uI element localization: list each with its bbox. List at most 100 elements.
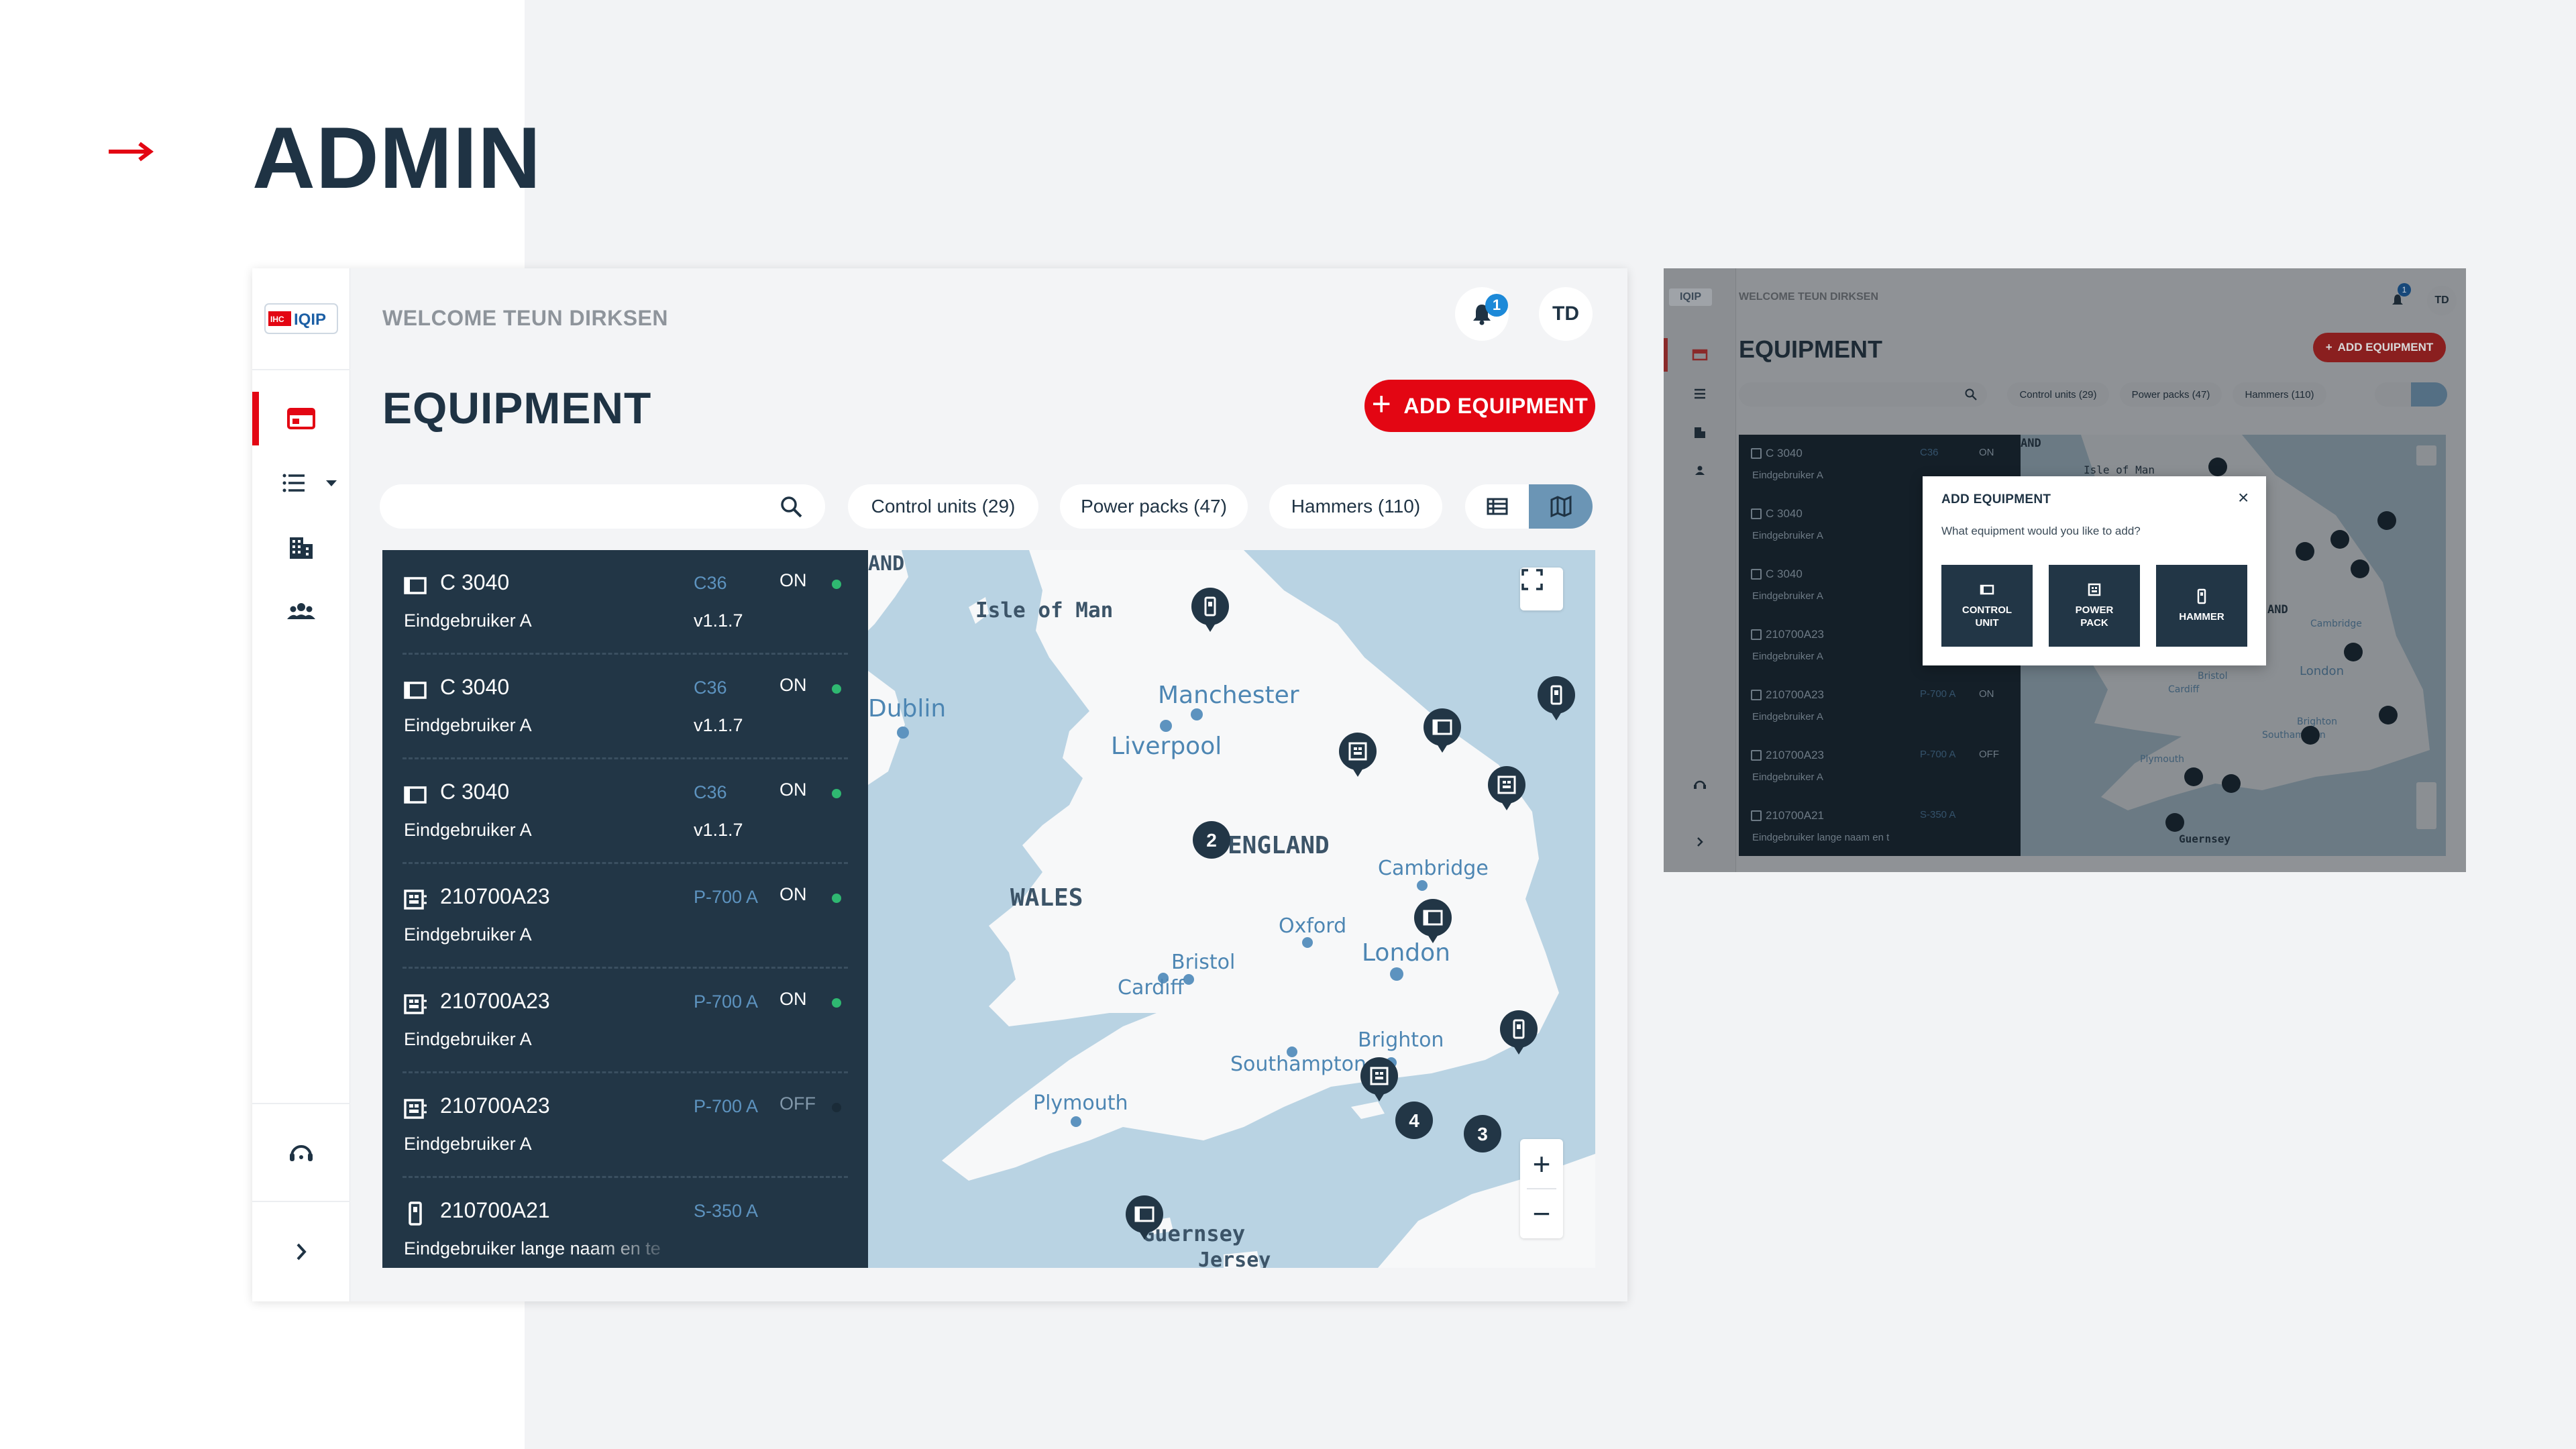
sidebar-item-companies bbox=[1664, 416, 1736, 449]
sidebar-item-dashboard[interactable] bbox=[252, 392, 350, 445]
map-label: ENGLAND bbox=[1228, 832, 1330, 859]
map-cluster[interactable]: 3 bbox=[1464, 1115, 1501, 1152]
add-power-pack-button[interactable]: POWER PACK bbox=[2049, 565, 2140, 647]
control-unit-icon bbox=[404, 577, 427, 594]
sidebar-item-support[interactable] bbox=[252, 1126, 350, 1179]
equipment-state: ON bbox=[1979, 688, 1994, 700]
map-label: London bbox=[1362, 939, 1450, 967]
equipment-row[interactable]: 210700A23 Eindgebruiker A P-700 A OFF bbox=[382, 1073, 868, 1178]
equipment-row: 210700A23 Eindgebruiker A P-700 A ON bbox=[1739, 676, 2021, 737]
search-input[interactable] bbox=[400, 491, 762, 522]
equipment-version: v1.1.7 bbox=[694, 820, 743, 840]
map-label: Southampton bbox=[1230, 1053, 1366, 1076]
map-label: AND bbox=[868, 552, 904, 576]
control-unit-icon bbox=[1751, 569, 1762, 580]
view-toggle bbox=[2375, 382, 2447, 407]
option-label: POWER PACK bbox=[2075, 604, 2114, 629]
map-marker-hammer[interactable] bbox=[1538, 676, 1575, 720]
users-icon bbox=[287, 603, 315, 619]
equipment-model: C36 bbox=[1920, 447, 1939, 458]
map-label: Cambridge bbox=[1378, 857, 1489, 880]
slide-title: ADMIN bbox=[252, 109, 542, 207]
user-avatar[interactable]: TD bbox=[1539, 287, 1593, 341]
sidebar-item-companies[interactable] bbox=[252, 521, 350, 574]
sidebar-expand-button bbox=[1664, 825, 1736, 859]
equipment-owner: Eindgebruiker lange naam en t bbox=[1752, 832, 1890, 843]
status-dot bbox=[832, 684, 841, 694]
view-toggle bbox=[1465, 484, 1593, 529]
add-hammer-button[interactable]: HAMMER bbox=[2156, 565, 2247, 647]
status-dot bbox=[832, 1103, 841, 1112]
iqip-logo[interactable]: IHC IQIP bbox=[264, 303, 338, 334]
equipment-owner: Eindgebruiker A bbox=[404, 715, 532, 735]
hammer-icon bbox=[409, 1201, 422, 1226]
map-cluster[interactable]: 2 bbox=[1193, 821, 1230, 859]
map-icon bbox=[1550, 495, 1571, 518]
hammer-icon bbox=[2197, 588, 2206, 604]
equipment-row[interactable]: 210700A23 Eindgebruiker A P-700 A ON bbox=[382, 864, 868, 969]
filter-control-units: Control units (29) bbox=[2007, 382, 2109, 407]
equipment-state: OFF bbox=[1979, 749, 1999, 760]
equipment-model: S-350 A bbox=[1920, 809, 1956, 820]
search-box bbox=[1739, 382, 1987, 407]
sidebar-item-list[interactable] bbox=[252, 456, 350, 510]
dashboard-icon bbox=[287, 408, 315, 429]
equipment-owner: Eindgebruiker A bbox=[1752, 711, 1823, 722]
map-label: Bristol bbox=[2198, 671, 2228, 682]
hammer-icon bbox=[1751, 810, 1762, 821]
search-icon[interactable] bbox=[780, 495, 804, 519]
equipment-row[interactable]: 210700A23 Eindgebruiker A P-700 A ON bbox=[382, 969, 868, 1073]
status-dot bbox=[832, 894, 841, 903]
equipment-owner: Eindgebruiker A bbox=[1752, 530, 1823, 541]
equipment-model: P-700 A bbox=[694, 1096, 759, 1116]
map-view-button[interactable] bbox=[1529, 484, 1593, 529]
map-cluster[interactable]: 4 bbox=[1395, 1102, 1433, 1139]
buildings-icon bbox=[290, 537, 313, 559]
power-pack-icon bbox=[1751, 629, 1762, 640]
add-control-unit-button[interactable]: CONTROL UNIT bbox=[1941, 565, 2033, 647]
sidebar-expand-button[interactable] bbox=[252, 1225, 350, 1279]
equipment-version: v1.1.7 bbox=[694, 610, 743, 631]
map-label: WALES bbox=[1010, 884, 1083, 912]
equipment-state: ON bbox=[780, 884, 807, 904]
fullscreen-button[interactable] bbox=[1520, 568, 1563, 610]
equipment-state: OFF bbox=[780, 1093, 816, 1114]
equipment-name: C 3040 bbox=[1766, 447, 1803, 460]
equipment-row[interactable]: C 3040 Eindgebruiker A C36 v1.1.7 ON bbox=[382, 550, 868, 655]
filter-power-packs[interactable]: Power packs (47) bbox=[1060, 484, 1248, 529]
map-label: Isle of Man bbox=[2084, 464, 2155, 476]
filter-control-units[interactable]: Control units (29) bbox=[848, 484, 1038, 529]
equipment-row[interactable]: C 3040 Eindgebruiker A C36 v1.1.7 ON bbox=[382, 759, 868, 864]
close-icon[interactable]: × bbox=[2238, 488, 2249, 507]
filter-hammers[interactable]: Hammers (110) bbox=[1269, 484, 1442, 529]
equipment-row[interactable]: C 3040 Eindgebruiker A C36 v1.1.7 ON bbox=[382, 655, 868, 759]
map-label: Oxford bbox=[1279, 914, 1346, 938]
add-equipment-button[interactable]: + ADD EQUIPMENT bbox=[1364, 380, 1595, 432]
equipment-name: C 3040 bbox=[440, 675, 510, 699]
zoom-out-button[interactable]: − bbox=[1520, 1189, 1563, 1238]
list-icon bbox=[1695, 388, 1705, 399]
equipment-model: C36 bbox=[694, 678, 727, 698]
list-view-button[interactable] bbox=[1465, 484, 1529, 529]
map-label: Guernsey bbox=[2179, 833, 2231, 845]
map-marker-power-pack[interactable] bbox=[1360, 1057, 1398, 1102]
page-title: EQUIPMENT bbox=[1739, 335, 1883, 363]
map-label: Brighton bbox=[1358, 1028, 1444, 1052]
iqip-logo: IQIP bbox=[1669, 288, 1712, 306]
equipment-map[interactable]: AND Isle of Man Manchester Dublin Liverp… bbox=[868, 550, 1595, 1268]
map-label: Liverpool bbox=[1111, 733, 1222, 760]
equipment-owner: Eindgebruiker A bbox=[1752, 590, 1823, 602]
equipment-version: v1.1.7 bbox=[694, 715, 743, 735]
dashboard-icon bbox=[1692, 349, 1708, 361]
equipment-name: 210700A21 bbox=[440, 1198, 550, 1222]
sidebar-item-users[interactable] bbox=[252, 585, 350, 639]
power-pack-icon bbox=[404, 994, 427, 1014]
chevron-right-icon bbox=[297, 1243, 307, 1260]
map-canvas: AND Isle of Man Manchester Dublin Liverp… bbox=[868, 550, 1595, 1268]
equipment-name: 210700A23 bbox=[440, 989, 550, 1013]
power-pack-icon bbox=[1751, 750, 1762, 761]
map-label: Bristol bbox=[1171, 951, 1235, 974]
equipment-row: 210700A21 Eindgebruiker lange naam en t S-… bbox=[1739, 797, 2021, 857]
zoom-in-button[interactable]: + bbox=[1520, 1139, 1563, 1189]
map-label: Brighton bbox=[2297, 716, 2337, 727]
